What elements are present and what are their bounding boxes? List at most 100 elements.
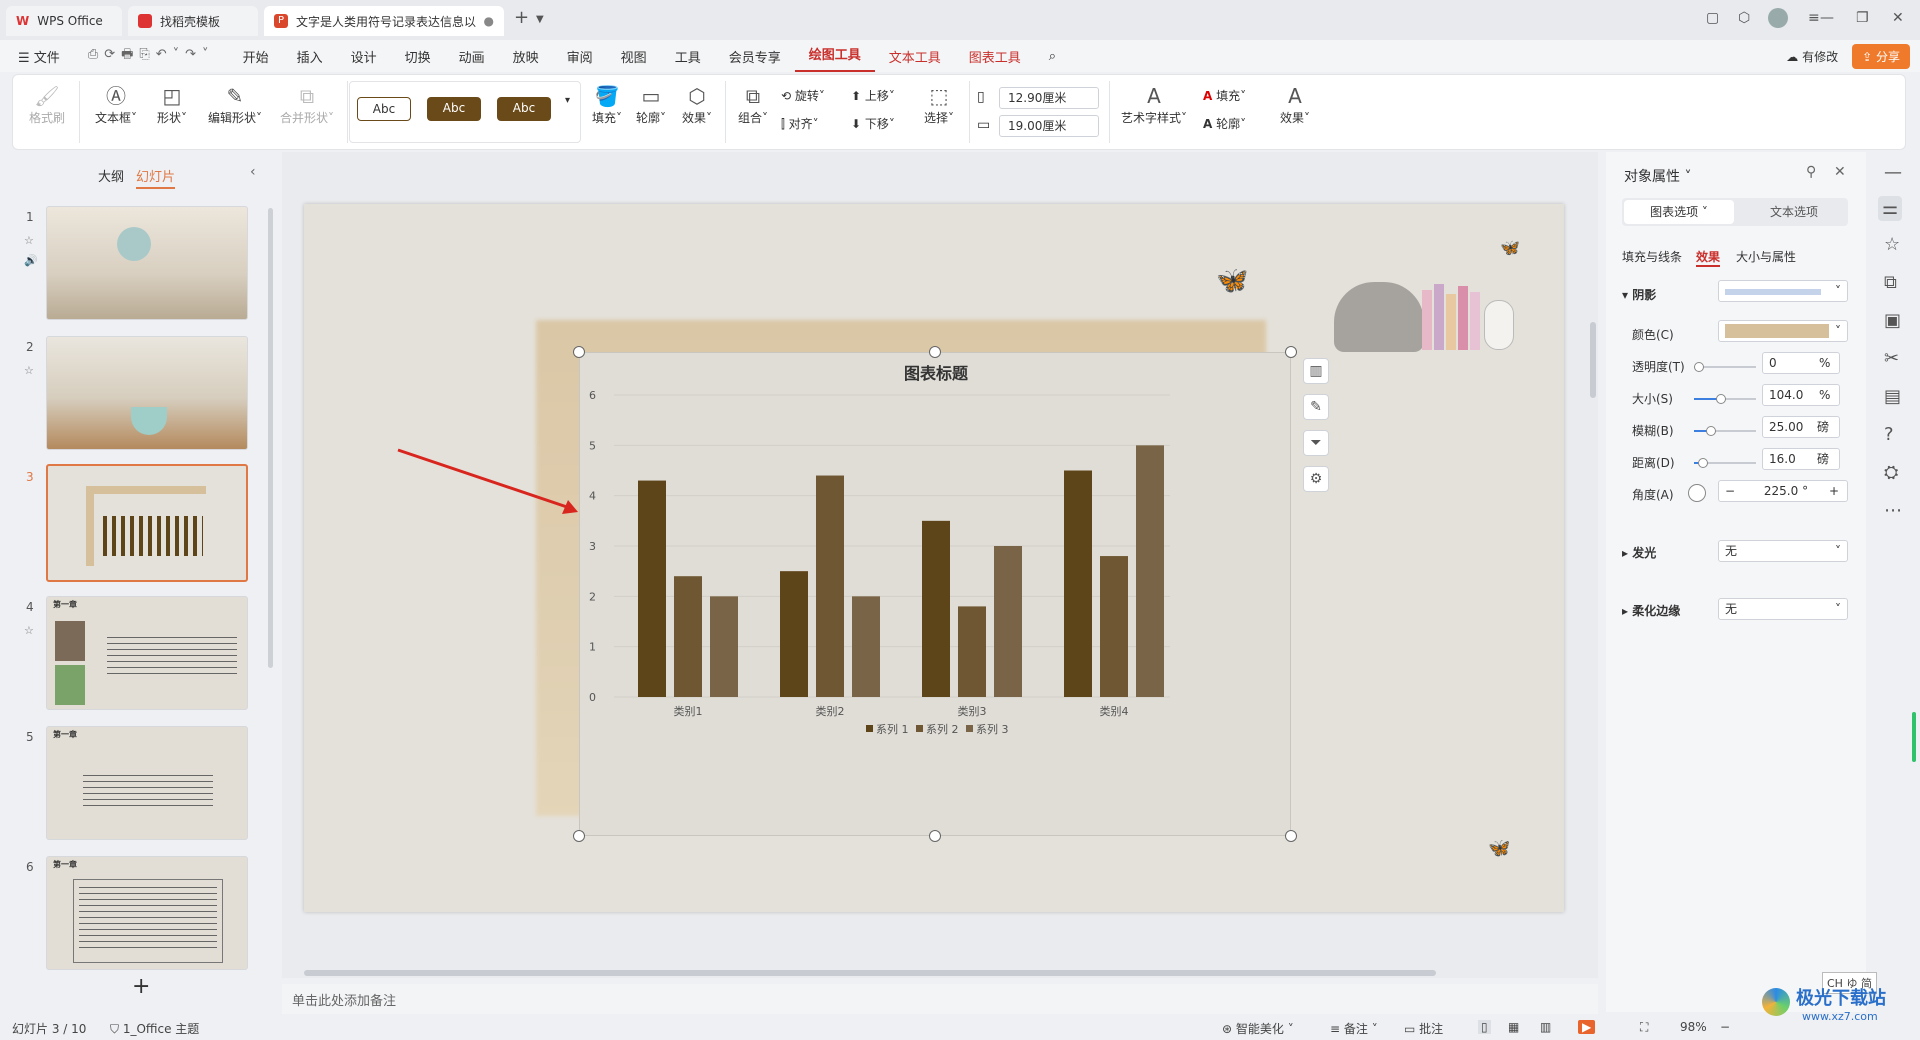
image-icon[interactable]: ▣ [1884, 310, 1901, 331]
slide-thumbnail-1[interactable] [46, 206, 248, 320]
gallery-more-icon[interactable]: ▾ [565, 95, 570, 106]
align-button[interactable]: ⫿ 对齐˅ [781, 115, 819, 132]
chart-style-button[interactable]: ✎ [1303, 394, 1329, 420]
zoom-out-icon[interactable]: − [1720, 1020, 1730, 1034]
text-fill-button[interactable]: A 填充˅ [1203, 87, 1246, 104]
smart-beautify-button[interactable]: ⊛ 智能美化 ˅ [1222, 1020, 1294, 1037]
angle-decrement[interactable]: − [1725, 481, 1735, 501]
menu-tools[interactable]: 工具 [661, 47, 715, 66]
text-effect-button[interactable]: A 效果˅ [1275, 83, 1315, 126]
fill-button[interactable]: 🪣 填充˅ [587, 83, 627, 126]
collapse-icon[interactable]: — [1884, 162, 1902, 183]
fit-icon[interactable]: ⛶ [1640, 1020, 1648, 1035]
tab-chart-options[interactable]: 图表选项 ˅ [1624, 200, 1734, 224]
menu-member[interactable]: 会员专享 [715, 47, 795, 66]
menu-icon[interactable]: ≡ [1808, 10, 1820, 26]
menu-slideshow[interactable]: 放映 [499, 47, 553, 66]
notes-button[interactable]: ≡ 备注 ˅ [1330, 1020, 1378, 1037]
quick-access-toolbar[interactable]: ⎙⟳🖶⎘↶˅↷˅ [74, 45, 229, 67]
menu-start[interactable]: 开始 [229, 47, 283, 66]
slide-thumbnail-6[interactable]: 第一章 [46, 856, 248, 970]
notes-area[interactable]: 单击此处添加备注 [282, 984, 1598, 1014]
help-icon[interactable]: ? [1884, 424, 1894, 445]
minimize-icon[interactable]: — [1820, 10, 1834, 26]
shadow-preset-select[interactable]: ˅ [1718, 280, 1848, 302]
subtab-effect[interactable]: 效果 [1696, 248, 1721, 267]
resize-handle-bl[interactable] [573, 830, 585, 842]
comment-button[interactable]: ▭ 批注 [1404, 1020, 1443, 1037]
text-outline-button[interactable]: A 轮廓˅ [1203, 115, 1246, 132]
subtab-fill-line[interactable]: 填充与线条 [1622, 248, 1682, 265]
menu-review[interactable]: 审阅 [553, 47, 607, 66]
star-icon[interactable]: ☆ [1884, 234, 1900, 255]
chart-elements-button[interactable]: ▥ [1303, 358, 1329, 384]
canvas-v-scrollbar[interactable] [1590, 322, 1596, 398]
zoom-level[interactable]: 98% [1680, 1020, 1707, 1034]
send-backward-button[interactable]: ⬇ 下移˅ [851, 115, 895, 132]
blur-slider[interactable] [1694, 426, 1756, 436]
format-painter-button[interactable]: 🖌 格式刷 [25, 83, 69, 126]
chart-settings-button[interactable]: ⚙ [1303, 466, 1329, 492]
chevron-down-icon[interactable]: ▼ [536, 14, 544, 25]
close-window-icon[interactable]: ✕ [1892, 10, 1904, 26]
angle-dial-icon[interactable] [1688, 484, 1706, 502]
grid-view-icon[interactable]: ▦ [1508, 1020, 1519, 1034]
properties-icon[interactable]: ⚌ [1878, 196, 1903, 221]
avatar[interactable] [1768, 8, 1788, 28]
menu-animation[interactable]: 动画 [445, 47, 499, 66]
search-icon[interactable]: ⌕ [1035, 49, 1070, 64]
chart-object[interactable]: 图表标题 0 1 2 3 4 5 6 类别1 类别2 类别3 类别4 系列 1 系列 2 系列 3 [579, 352, 1291, 836]
glow-select[interactable]: 无 ˅ [1718, 540, 1848, 562]
tab-template[interactable]: 找稻壳模板 [128, 6, 258, 36]
close-panel-icon[interactable]: ✕ [1834, 164, 1846, 180]
resize-handle-tr[interactable] [1285, 346, 1297, 358]
menu-transition[interactable]: 切换 [391, 47, 445, 66]
style-preset-1[interactable]: Abc [357, 97, 411, 121]
resize-handle-tm[interactable] [929, 346, 941, 358]
normal-view-icon[interactable]: ▯ [1478, 1020, 1491, 1034]
effect-button[interactable]: ⬡ 效果˅ [677, 83, 717, 126]
rotate-button[interactable]: ⟲ 旋转˅ [781, 87, 825, 104]
slide-thumbnail-2[interactable] [46, 336, 248, 450]
chart-filter-button[interactable]: ⏷ [1303, 430, 1329, 456]
width-input[interactable]: 19.00厘米 [999, 115, 1099, 137]
theme-info[interactable]: ⛉ 1_Office 主题 [110, 1020, 199, 1037]
tab-text-options[interactable]: 文本选项 [1744, 200, 1844, 224]
new-tab-icon[interactable]: + [514, 7, 529, 28]
group-button[interactable]: ⧉ 组合˅ [733, 83, 773, 126]
shadow-color-select[interactable]: ˅ [1718, 320, 1848, 342]
select-button[interactable]: ⬚ 选择˅ [919, 83, 959, 126]
menu-text-tools[interactable]: 文本工具 [875, 47, 955, 66]
ai-icon[interactable]: ⛭ [1884, 462, 1898, 483]
more-icon[interactable]: ⋯ [1884, 500, 1902, 521]
menu-design[interactable]: 设计 [337, 47, 391, 66]
edit-shape-button[interactable]: ✎ 编辑形状˅ [203, 83, 267, 126]
outline-button[interactable]: ▭ 轮廓˅ [631, 83, 671, 126]
resize-handle-bm[interactable] [929, 830, 941, 842]
shape-button[interactable]: ◰ 形状˅ [149, 83, 195, 126]
transparency-slider[interactable] [1694, 362, 1756, 372]
glow-section[interactable]: ▸ 发光 [1622, 544, 1656, 561]
style-preset-2[interactable]: Abc [427, 97, 481, 121]
tab-slides[interactable]: 幻灯片 [136, 166, 176, 189]
size-slider[interactable] [1694, 394, 1756, 404]
layout-icon[interactable]: ▢ [1706, 10, 1719, 26]
menu-insert[interactable]: 插入 [283, 47, 337, 66]
add-slide-button[interactable]: + [132, 974, 150, 999]
canvas-h-scrollbar[interactable] [304, 970, 1436, 976]
resize-handle-br[interactable] [1285, 830, 1297, 842]
resize-handle-tl[interactable] [573, 346, 585, 358]
tab-wps-office[interactable]: W WPS Office [6, 6, 122, 36]
shadow-section[interactable]: ▾ 阴影 [1622, 286, 1656, 303]
angle-input[interactable]: − 225.0 ° + [1718, 480, 1848, 502]
merge-shape-button[interactable]: ⧉ 合并形状˅ [275, 83, 339, 126]
soft-edge-select[interactable]: 无 ˅ [1718, 598, 1848, 620]
tools-icon[interactable]: ✂ [1884, 348, 1899, 369]
pin-icon[interactable]: ⚲ [1806, 164, 1816, 180]
size-input[interactable]: 104.0% [1762, 384, 1840, 406]
art-style-button[interactable]: A 艺术字样式˅ [1119, 83, 1189, 126]
distance-input[interactable]: 16.0 磅 [1762, 448, 1840, 470]
textbox-button[interactable]: Ⓐ 文本框˅ [91, 83, 141, 126]
bring-forward-button[interactable]: ⬆ 上移˅ [851, 87, 895, 104]
thumbnail-scrollbar[interactable] [268, 208, 273, 668]
